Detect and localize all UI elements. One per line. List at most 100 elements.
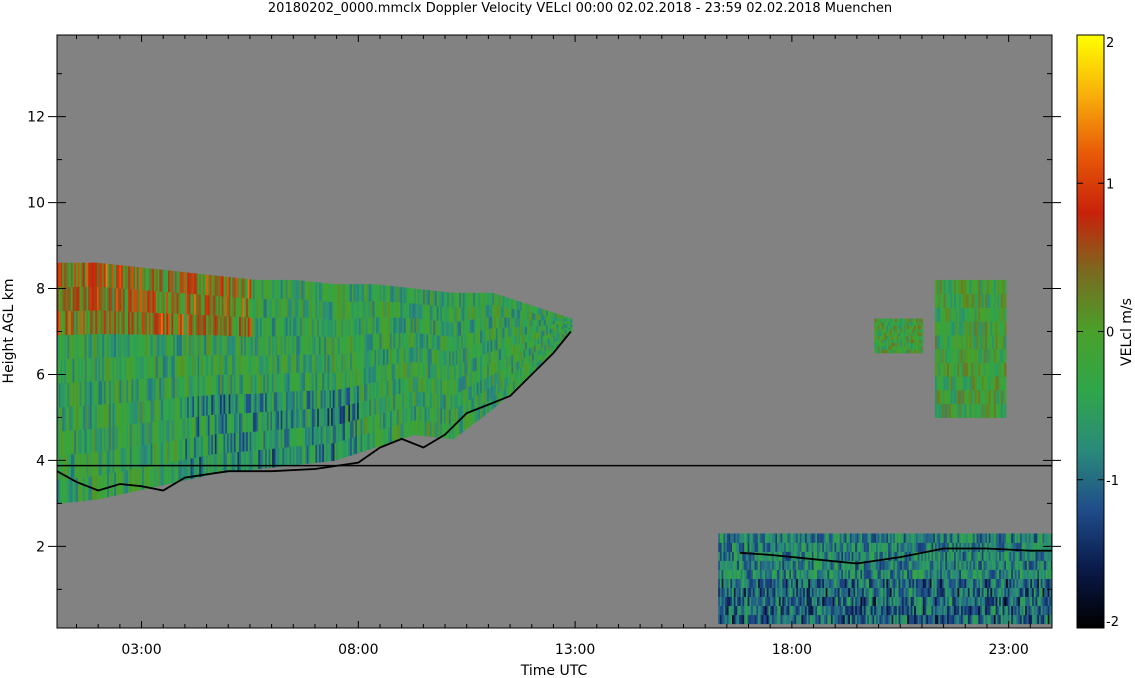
echo-cell <box>246 355 249 375</box>
echo-cell <box>494 384 497 396</box>
echo-cell <box>221 296 224 316</box>
echo-cell <box>525 341 528 350</box>
echo-cell <box>940 348 943 363</box>
echo-cell <box>422 333 425 349</box>
echo-cell <box>950 293 953 308</box>
echo-cell <box>914 542 917 552</box>
echo-cell <box>726 542 729 552</box>
echo-cell <box>240 278 243 298</box>
echo-cell <box>792 605 795 616</box>
echo-cell <box>766 551 769 561</box>
echo-cell <box>261 374 264 394</box>
echo-cell <box>277 391 280 411</box>
echo-cell <box>84 476 87 501</box>
echo-cell <box>903 560 906 570</box>
echo-cell <box>261 279 264 300</box>
echo-cell <box>879 542 882 552</box>
echo-cell <box>848 542 851 552</box>
echo-cell <box>103 286 106 311</box>
echo-cell <box>520 326 523 336</box>
echo-cell <box>990 334 993 350</box>
echo-cell <box>954 376 957 391</box>
echo-cell <box>761 605 764 616</box>
echo-cell <box>383 333 386 350</box>
echo-cell <box>525 364 528 373</box>
echo-cell <box>403 317 406 333</box>
echo-cell <box>169 355 172 378</box>
echo-cell <box>929 587 932 597</box>
echo-cell <box>428 377 431 393</box>
echo-cell <box>540 342 543 348</box>
echo-cell <box>414 391 417 406</box>
echo-cell <box>74 262 77 287</box>
echo-cell <box>282 279 285 299</box>
echo-cell <box>428 304 431 320</box>
echo-cell <box>934 533 937 543</box>
echo-cell <box>737 533 740 543</box>
echo-cell <box>766 560 769 570</box>
echo-cell <box>266 430 269 450</box>
echo-cell <box>869 605 872 616</box>
echo-cell <box>357 284 360 302</box>
echo-cell <box>499 359 502 371</box>
echo-cell <box>792 587 795 597</box>
echo-cell <box>934 334 937 350</box>
echo-cell <box>494 361 497 374</box>
echo-cell <box>903 332 906 337</box>
echo-cell <box>185 417 188 439</box>
echo-cell <box>419 289 422 305</box>
echo-cell <box>301 335 304 355</box>
echo-cell <box>908 578 911 588</box>
echo-cell <box>129 469 132 493</box>
echo-cell <box>797 533 800 543</box>
echo-cell <box>216 413 219 434</box>
echo-cell <box>206 274 209 296</box>
echo-cell <box>964 403 967 418</box>
echo-cell <box>950 389 953 405</box>
echo-cell <box>884 614 887 625</box>
echo-cell <box>919 569 922 579</box>
echo-cell <box>469 412 472 426</box>
echo-cell <box>808 569 811 579</box>
echo-cell <box>787 569 790 579</box>
echo-cell <box>129 334 132 357</box>
echo-cell <box>200 294 203 315</box>
echo-cell <box>888 325 891 330</box>
echo-cell <box>837 596 840 606</box>
echo-cell <box>256 336 259 356</box>
echo-cell <box>921 342 924 347</box>
echo-cell <box>169 334 172 356</box>
echo-cell <box>782 542 785 552</box>
echo-cell <box>969 376 972 391</box>
echo-cell <box>433 422 436 438</box>
echo-cell <box>145 400 148 423</box>
echo-cell <box>756 587 759 597</box>
echo-cell <box>898 349 901 354</box>
echo-cell <box>135 311 138 335</box>
echo-cell <box>485 329 488 342</box>
echo-cell <box>230 413 233 434</box>
echo-cell <box>129 379 132 402</box>
echo-cell <box>58 262 61 288</box>
echo-cell <box>721 569 724 579</box>
echo-cell <box>84 334 87 359</box>
echo-cell <box>409 332 412 348</box>
echo-cell <box>135 356 138 380</box>
echo-cell <box>924 614 927 625</box>
echo-cell <box>893 569 896 579</box>
echo-cell <box>893 342 896 347</box>
echo-cell <box>509 364 512 375</box>
echo-cell <box>888 332 891 337</box>
echo-cell <box>818 605 821 616</box>
echo-cell <box>74 406 77 431</box>
echo-cell <box>843 542 846 552</box>
echo-cell <box>742 542 745 552</box>
echo-cell <box>990 403 993 418</box>
echo-cell <box>211 354 214 376</box>
echo-cell <box>726 569 729 579</box>
echo-cell <box>756 560 759 570</box>
echo-cell <box>919 533 922 543</box>
echo-cell <box>150 290 153 313</box>
echo-cell <box>884 596 887 606</box>
echo-cell <box>287 372 290 392</box>
